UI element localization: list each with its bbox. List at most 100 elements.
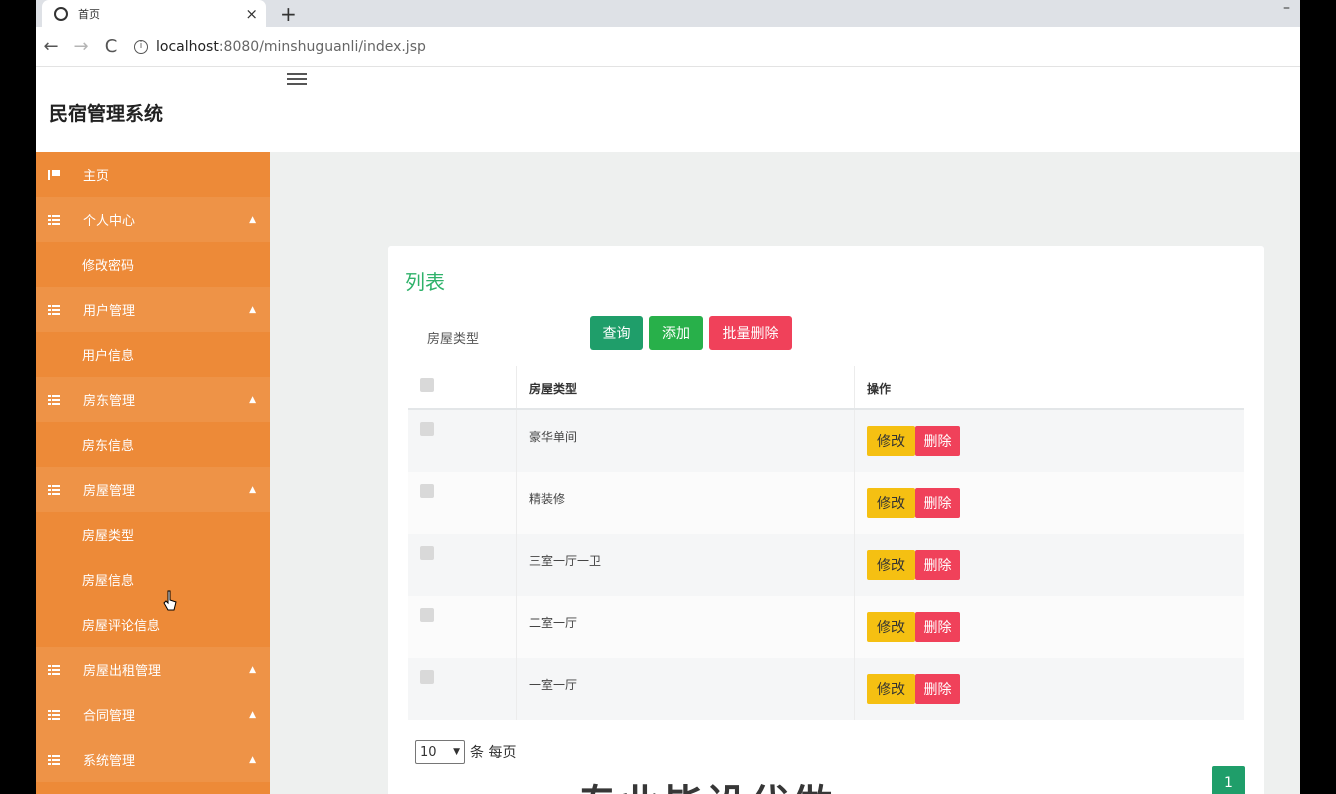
sidebar-item[interactable]: 系统管理 ▲ — [36, 737, 270, 782]
room-type-cell: 豪华单间 — [529, 430, 578, 444]
edit-button[interactable]: 修改 — [867, 612, 915, 642]
page-size-suffix: 条 每页 — [470, 745, 517, 761]
sidebar-item[interactable]: 修改密码 — [36, 242, 270, 287]
table-row: 精装修 修改 删除 — [408, 472, 1244, 534]
query-button[interactable]: 查询 — [590, 316, 643, 350]
sidebar-item-label: 系统管理 — [83, 754, 136, 769]
search-label: 房屋类型 — [427, 332, 480, 347]
room-type-cell: 三室一厅一卫 — [529, 554, 602, 568]
sidebar-item-label: 修改密码 — [82, 259, 135, 274]
delete-button[interactable]: 删除 — [915, 488, 960, 518]
watermark-text: 专业毕设代做 — [577, 772, 835, 794]
minimize-button[interactable]: – — [1283, 0, 1290, 16]
list-icon — [48, 754, 60, 765]
sidebar-item[interactable]: 个人中心 ▲ — [36, 197, 270, 242]
sidebar-item-label: 用户管理 — [83, 304, 136, 319]
room-type-cell: 二室一厅 — [529, 616, 578, 630]
column-header: 操作 — [867, 382, 892, 396]
row-checkbox[interactable] — [420, 608, 434, 622]
page-size-value: 10 — [420, 744, 437, 760]
sidebar-item[interactable]: 房东信息 — [36, 422, 270, 467]
caret-icon: ▲ — [249, 394, 256, 405]
sidebar-item[interactable]: 主页 — [36, 152, 270, 197]
app-brand: 民宿管理系统 — [49, 103, 164, 125]
column-header: 房屋类型 — [529, 382, 578, 396]
sidebar-item[interactable]: 合同管理 ▲ — [36, 692, 270, 737]
sidebar-item[interactable]: 房屋类型 — [36, 512, 270, 557]
room-type-cell: 一室一厅 — [529, 678, 578, 692]
list-icon — [48, 214, 60, 225]
info-icon[interactable]: i — [134, 39, 148, 54]
caret-icon: ▲ — [249, 214, 256, 225]
app-header: 民宿管理系统 — [36, 67, 1300, 152]
row-checkbox[interactable] — [420, 546, 434, 560]
url-field[interactable]: i localhost :8080/minshuguanli/index.jsp — [134, 39, 426, 55]
edit-button[interactable]: 修改 — [867, 426, 915, 456]
address-bar: ← → C i localhost :8080/minshuguanli/ind… — [36, 27, 1300, 67]
sidebar-item-label: 个人中心 — [83, 214, 136, 229]
batch-delete-button[interactable]: 批量删除 — [709, 316, 792, 350]
row-actions: 修改 删除 — [867, 674, 960, 704]
sidebar-item[interactable]: 用户信息 — [36, 332, 270, 377]
browser-tab[interactable]: 首页 × — [42, 0, 266, 27]
screen: 首页 × + – ← → C i localhost :8080/minshug… — [36, 0, 1300, 794]
data-table: 房屋类型 操作 豪华单间 修改 删除 精装修 修改 删除 三室一厅一卫 修改 删除 二室一厅 修改删… — [408, 366, 1244, 720]
list-panel: 列表 房屋类型 查询 添加 批量删除 房屋类型 操作 豪华单间 修改 删除 精装修 修改… — [388, 246, 1264, 794]
pagination-page[interactable]: 1 — [1212, 766, 1245, 794]
edit-button[interactable]: 修改 — [867, 550, 915, 580]
sidebar-item[interactable]: 房东管理 ▲ — [36, 377, 270, 422]
sidebar-item-label: 房东管理 — [83, 394, 136, 409]
list-icon — [48, 304, 60, 315]
row-checkbox[interactable] — [420, 670, 434, 684]
url-host: localhost — [156, 38, 219, 55]
caret-icon: ▲ — [249, 304, 256, 315]
list-icon — [48, 394, 60, 405]
delete-button[interactable]: 删除 — [915, 426, 960, 456]
tab-close-icon[interactable]: × — [245, 5, 258, 23]
sidebar-item-label: 房屋出租管理 — [83, 664, 162, 679]
row-checkbox[interactable] — [420, 422, 434, 436]
sidebar-item[interactable]: 房屋信息 — [36, 557, 270, 602]
list-icon — [48, 664, 60, 675]
table-row: 二室一厅 修改 删除 — [408, 596, 1244, 658]
delete-button[interactable]: 删除 — [915, 674, 960, 704]
add-button[interactable]: 添加 — [649, 316, 703, 350]
mouse-cursor-icon — [163, 590, 177, 611]
page-title: 列表 — [405, 270, 445, 294]
select-all-checkbox[interactable] — [420, 378, 434, 392]
url-path: :8080/minshuguanli/index.jsp — [218, 38, 426, 55]
caret-icon: ▲ — [249, 664, 256, 675]
table-row: 三室一厅一卫 修改 删除 — [408, 534, 1244, 596]
room-type-cell: 精装修 — [529, 492, 566, 506]
globe-icon — [54, 6, 68, 21]
sidebar-item[interactable]: 房屋出租管理 ▲ — [36, 647, 270, 692]
caret-icon: ▲ — [249, 709, 256, 720]
sidebar-item[interactable]: 房屋管理 ▲ — [36, 467, 270, 512]
tab-title: 首页 — [78, 7, 100, 21]
list-icon — [48, 709, 60, 720]
edit-button[interactable]: 修改 — [867, 674, 915, 704]
sidebar-item-label: 用户信息 — [82, 349, 135, 364]
hamburger-menu-icon[interactable] — [287, 70, 307, 88]
table-row: 豪华单间 修改 删除 — [408, 410, 1244, 472]
reload-button[interactable]: C — [96, 36, 126, 57]
caret-icon: ▲ — [249, 754, 256, 765]
delete-button[interactable]: 删除 — [915, 612, 960, 642]
forward-button[interactable]: → — [66, 36, 96, 57]
page-size-select[interactable]: 10 ▼ — [415, 740, 465, 764]
sidebar-item-label: 房屋类型 — [82, 529, 135, 544]
row-actions: 修改 删除 — [867, 426, 960, 456]
sidebar-item[interactable]: 用户管理 ▲ — [36, 287, 270, 332]
new-tab-button[interactable]: + — [280, 2, 297, 26]
table-row: 一室一厅 修改 删除 — [408, 658, 1244, 720]
sidebar: 主页 个人中心 ▲ 修改密码 用户管理 ▲ 用户信息 房东管理 ▲ 房东信息 房屋管理 ▲ 房屋类型 房屋… — [36, 152, 270, 794]
delete-button[interactable]: 删除 — [915, 550, 960, 580]
sidebar-item-label: 主页 — [83, 169, 110, 184]
flag-icon — [48, 169, 60, 180]
row-actions: 修改 删除 — [867, 488, 960, 518]
row-checkbox[interactable] — [420, 484, 434, 498]
back-button[interactable]: ← — [36, 36, 66, 57]
sidebar-item-label: 房屋管理 — [83, 484, 136, 499]
sidebar-item[interactable]: 房屋评论信息 — [36, 602, 270, 647]
edit-button[interactable]: 修改 — [867, 488, 915, 518]
